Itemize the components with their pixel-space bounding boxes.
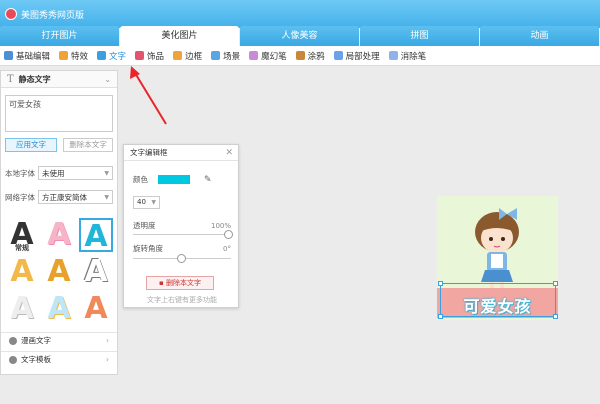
resize-handle[interactable] <box>553 314 558 319</box>
resize-handle[interactable] <box>438 314 443 319</box>
resize-handle[interactable] <box>553 281 558 286</box>
resize-handle[interactable] <box>438 281 443 286</box>
text-selection-box[interactable] <box>440 283 556 317</box>
